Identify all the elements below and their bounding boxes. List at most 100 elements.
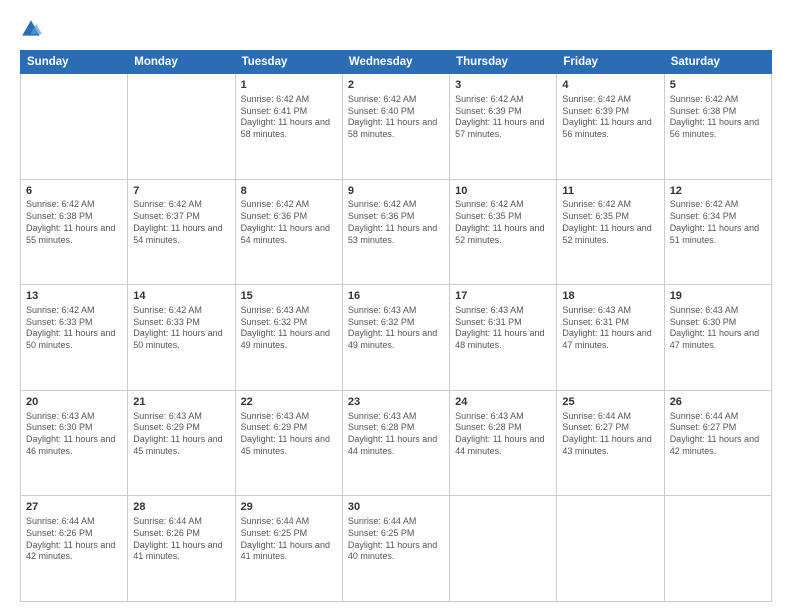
page: SundayMondayTuesdayWednesdayThursdayFrid… <box>0 0 792 612</box>
day-number: 28 <box>133 500 229 515</box>
day-number: 19 <box>670 289 766 304</box>
day-number: 7 <box>133 184 229 199</box>
calendar-day-cell: 11Sunrise: 6:42 AM Sunset: 6:35 PM Dayli… <box>557 179 664 285</box>
calendar-week-row: 27Sunrise: 6:44 AM Sunset: 6:26 PM Dayli… <box>21 496 772 602</box>
day-info: Sunrise: 6:43 AM Sunset: 6:31 PM Dayligh… <box>455 305 551 352</box>
calendar-week-row: 1Sunrise: 6:42 AM Sunset: 6:41 PM Daylig… <box>21 74 772 180</box>
calendar-table: SundayMondayTuesdayWednesdayThursdayFrid… <box>20 50 772 602</box>
day-number: 29 <box>241 500 337 515</box>
day-info: Sunrise: 6:42 AM Sunset: 6:39 PM Dayligh… <box>562 94 658 141</box>
calendar-day-cell: 27Sunrise: 6:44 AM Sunset: 6:26 PM Dayli… <box>21 496 128 602</box>
day-number: 12 <box>670 184 766 199</box>
calendar-day-cell: 19Sunrise: 6:43 AM Sunset: 6:30 PM Dayli… <box>664 285 771 391</box>
day-info: Sunrise: 6:42 AM Sunset: 6:33 PM Dayligh… <box>133 305 229 352</box>
calendar-day-cell: 7Sunrise: 6:42 AM Sunset: 6:37 PM Daylig… <box>128 179 235 285</box>
calendar-day-cell: 4Sunrise: 6:42 AM Sunset: 6:39 PM Daylig… <box>557 74 664 180</box>
day-of-week-header: Wednesday <box>342 51 449 74</box>
calendar-header-row: SundayMondayTuesdayWednesdayThursdayFrid… <box>21 51 772 74</box>
day-number: 27 <box>26 500 122 515</box>
day-number: 26 <box>670 395 766 410</box>
day-number: 15 <box>241 289 337 304</box>
calendar-day-cell: 15Sunrise: 6:43 AM Sunset: 6:32 PM Dayli… <box>235 285 342 391</box>
calendar-day-cell <box>557 496 664 602</box>
calendar-day-cell: 29Sunrise: 6:44 AM Sunset: 6:25 PM Dayli… <box>235 496 342 602</box>
day-info: Sunrise: 6:42 AM Sunset: 6:36 PM Dayligh… <box>348 199 444 246</box>
day-number: 5 <box>670 78 766 93</box>
day-number: 6 <box>26 184 122 199</box>
day-info: Sunrise: 6:42 AM Sunset: 6:34 PM Dayligh… <box>670 199 766 246</box>
day-info: Sunrise: 6:44 AM Sunset: 6:25 PM Dayligh… <box>241 516 337 563</box>
day-number: 10 <box>455 184 551 199</box>
calendar-day-cell: 8Sunrise: 6:42 AM Sunset: 6:36 PM Daylig… <box>235 179 342 285</box>
day-info: Sunrise: 6:44 AM Sunset: 6:27 PM Dayligh… <box>562 411 658 458</box>
calendar-day-cell: 2Sunrise: 6:42 AM Sunset: 6:40 PM Daylig… <box>342 74 449 180</box>
day-info: Sunrise: 6:44 AM Sunset: 6:27 PM Dayligh… <box>670 411 766 458</box>
day-info: Sunrise: 6:44 AM Sunset: 6:25 PM Dayligh… <box>348 516 444 563</box>
day-number: 13 <box>26 289 122 304</box>
calendar-day-cell: 12Sunrise: 6:42 AM Sunset: 6:34 PM Dayli… <box>664 179 771 285</box>
day-info: Sunrise: 6:42 AM Sunset: 6:35 PM Dayligh… <box>562 199 658 246</box>
day-info: Sunrise: 6:43 AM Sunset: 6:28 PM Dayligh… <box>455 411 551 458</box>
calendar-day-cell: 20Sunrise: 6:43 AM Sunset: 6:30 PM Dayli… <box>21 390 128 496</box>
calendar-day-cell: 23Sunrise: 6:43 AM Sunset: 6:28 PM Dayli… <box>342 390 449 496</box>
calendar-day-cell: 13Sunrise: 6:42 AM Sunset: 6:33 PM Dayli… <box>21 285 128 391</box>
day-info: Sunrise: 6:42 AM Sunset: 6:33 PM Dayligh… <box>26 305 122 352</box>
calendar-day-cell: 1Sunrise: 6:42 AM Sunset: 6:41 PM Daylig… <box>235 74 342 180</box>
day-number: 21 <box>133 395 229 410</box>
calendar-day-cell <box>450 496 557 602</box>
day-of-week-header: Monday <box>128 51 235 74</box>
day-number: 4 <box>562 78 658 93</box>
day-info: Sunrise: 6:43 AM Sunset: 6:30 PM Dayligh… <box>26 411 122 458</box>
logo <box>20 18 44 40</box>
day-of-week-header: Saturday <box>664 51 771 74</box>
logo-icon <box>20 18 42 40</box>
calendar-day-cell: 16Sunrise: 6:43 AM Sunset: 6:32 PM Dayli… <box>342 285 449 391</box>
day-info: Sunrise: 6:42 AM Sunset: 6:36 PM Dayligh… <box>241 199 337 246</box>
day-info: Sunrise: 6:43 AM Sunset: 6:29 PM Dayligh… <box>241 411 337 458</box>
calendar-day-cell: 26Sunrise: 6:44 AM Sunset: 6:27 PM Dayli… <box>664 390 771 496</box>
day-info: Sunrise: 6:42 AM Sunset: 6:35 PM Dayligh… <box>455 199 551 246</box>
day-info: Sunrise: 6:42 AM Sunset: 6:38 PM Dayligh… <box>670 94 766 141</box>
day-info: Sunrise: 6:43 AM Sunset: 6:30 PM Dayligh… <box>670 305 766 352</box>
day-number: 16 <box>348 289 444 304</box>
day-number: 3 <box>455 78 551 93</box>
day-info: Sunrise: 6:43 AM Sunset: 6:32 PM Dayligh… <box>348 305 444 352</box>
day-of-week-header: Thursday <box>450 51 557 74</box>
calendar-week-row: 13Sunrise: 6:42 AM Sunset: 6:33 PM Dayli… <box>21 285 772 391</box>
header <box>20 18 772 40</box>
day-info: Sunrise: 6:43 AM Sunset: 6:32 PM Dayligh… <box>241 305 337 352</box>
day-info: Sunrise: 6:42 AM Sunset: 6:37 PM Dayligh… <box>133 199 229 246</box>
day-number: 11 <box>562 184 658 199</box>
calendar-day-cell: 21Sunrise: 6:43 AM Sunset: 6:29 PM Dayli… <box>128 390 235 496</box>
day-info: Sunrise: 6:44 AM Sunset: 6:26 PM Dayligh… <box>26 516 122 563</box>
calendar-day-cell: 30Sunrise: 6:44 AM Sunset: 6:25 PM Dayli… <box>342 496 449 602</box>
calendar-day-cell <box>21 74 128 180</box>
calendar-day-cell: 22Sunrise: 6:43 AM Sunset: 6:29 PM Dayli… <box>235 390 342 496</box>
day-number: 20 <box>26 395 122 410</box>
calendar-day-cell <box>664 496 771 602</box>
day-number: 23 <box>348 395 444 410</box>
calendar-day-cell: 9Sunrise: 6:42 AM Sunset: 6:36 PM Daylig… <box>342 179 449 285</box>
day-number: 2 <box>348 78 444 93</box>
calendar-day-cell: 10Sunrise: 6:42 AM Sunset: 6:35 PM Dayli… <box>450 179 557 285</box>
day-info: Sunrise: 6:43 AM Sunset: 6:31 PM Dayligh… <box>562 305 658 352</box>
calendar-week-row: 20Sunrise: 6:43 AM Sunset: 6:30 PM Dayli… <box>21 390 772 496</box>
day-number: 18 <box>562 289 658 304</box>
day-number: 25 <box>562 395 658 410</box>
calendar-week-row: 6Sunrise: 6:42 AM Sunset: 6:38 PM Daylig… <box>21 179 772 285</box>
day-info: Sunrise: 6:42 AM Sunset: 6:38 PM Dayligh… <box>26 199 122 246</box>
calendar-day-cell: 17Sunrise: 6:43 AM Sunset: 6:31 PM Dayli… <box>450 285 557 391</box>
day-number: 22 <box>241 395 337 410</box>
day-info: Sunrise: 6:42 AM Sunset: 6:39 PM Dayligh… <box>455 94 551 141</box>
calendar-day-cell: 14Sunrise: 6:42 AM Sunset: 6:33 PM Dayli… <box>128 285 235 391</box>
calendar-day-cell: 3Sunrise: 6:42 AM Sunset: 6:39 PM Daylig… <box>450 74 557 180</box>
day-number: 17 <box>455 289 551 304</box>
calendar-day-cell: 5Sunrise: 6:42 AM Sunset: 6:38 PM Daylig… <box>664 74 771 180</box>
day-info: Sunrise: 6:44 AM Sunset: 6:26 PM Dayligh… <box>133 516 229 563</box>
day-of-week-header: Sunday <box>21 51 128 74</box>
calendar-day-cell: 18Sunrise: 6:43 AM Sunset: 6:31 PM Dayli… <box>557 285 664 391</box>
day-number: 30 <box>348 500 444 515</box>
day-info: Sunrise: 6:42 AM Sunset: 6:41 PM Dayligh… <box>241 94 337 141</box>
calendar-day-cell <box>128 74 235 180</box>
day-number: 9 <box>348 184 444 199</box>
